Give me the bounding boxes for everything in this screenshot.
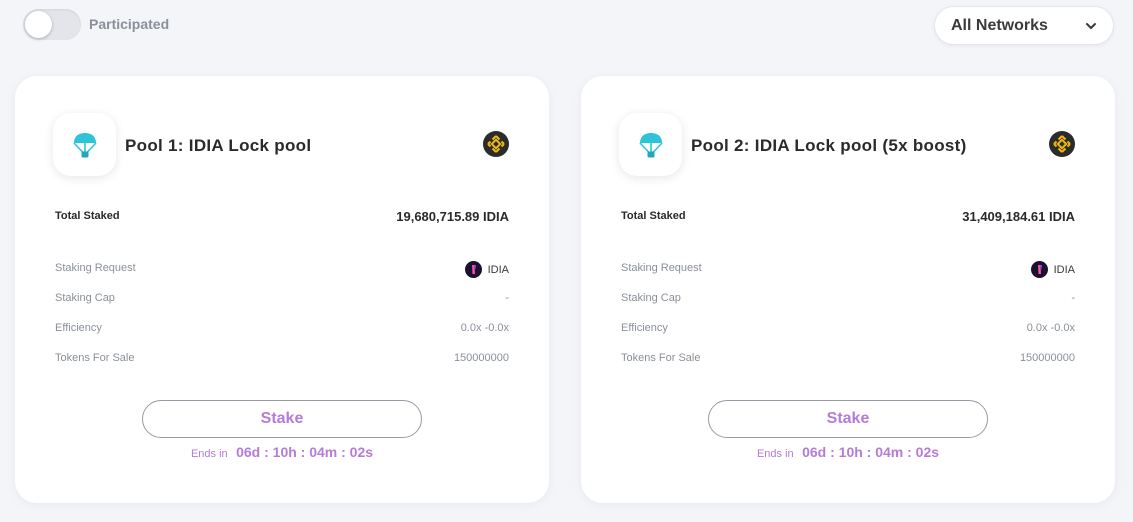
countdown-value: 06d : 10h : 04m : 02s [236,444,374,460]
pool-title: Pool 2: IDIA Lock pool (5x boost) [691,136,967,155]
pool-logo [53,113,116,176]
tokens-for-sale-value: 150000000 [453,352,509,364]
filter-bar: Participated All Networks [0,0,1133,60]
participated-toggle[interactable] [23,9,81,40]
tokens-for-sale-label: Tokens For Sale [621,352,701,364]
efficiency-label: Efficiency [621,322,668,334]
total-staked-label: Total Staked [621,210,686,222]
participated-label: Participated [89,16,170,32]
countdown: Ends in 06d : 10h : 04m : 02s [581,444,1115,462]
parachute-icon [72,132,97,157]
efficiency-label: Efficiency [55,322,102,334]
network-select-value: All Networks [951,17,1048,34]
pool-card: Pool 2: IDIA Lock pool (5x boost) Total … [581,76,1115,503]
staking-request-value: IDIA [464,261,509,278]
staking-request-token: IDIA [1053,263,1075,276]
bnb-chain-icon [483,131,509,157]
efficiency-value: 0.0x -0.0x [460,322,509,334]
total-staked-value: 31,409,184.61 IDIA [962,209,1075,224]
staking-request-label: Staking Request [621,262,702,274]
staking-cap-value: - [505,292,509,304]
network-select[interactable]: All Networks [934,6,1114,45]
total-staked-value: 19,680,715.89 IDIA [396,209,509,224]
pool-title: Pool 1: IDIA Lock pool [125,136,312,155]
stake-button[interactable]: Stake [708,400,988,438]
parachute-icon [638,132,663,157]
toggle-knob [25,11,52,38]
tokens-for-sale-value: 150000000 [1019,352,1075,364]
pool-logo [619,113,682,176]
staking-cap-label: Staking Cap [621,292,681,304]
bnb-chain-icon [1049,131,1075,157]
staking-request-token: IDIA [487,263,509,276]
staking-cap-label: Staking Cap [55,292,115,304]
countdown-value: 06d : 10h : 04m : 02s [802,444,940,460]
stake-button[interactable]: Stake [142,400,422,438]
staking-request-label: Staking Request [55,262,136,274]
total-staked-label: Total Staked [55,210,120,222]
efficiency-value: 0.0x -0.0x [1026,322,1075,334]
tokens-for-sale-label: Tokens For Sale [55,352,135,364]
staking-cap-value: - [1071,292,1075,304]
ends-in-label: Ends in [756,448,794,460]
ends-in-label: Ends in [190,448,228,460]
staking-request-value: IDIA [1030,261,1075,278]
pool-card: Pool 1: IDIA Lock pool Total Staked 19,6… [15,76,549,503]
chevron-down-icon [1086,23,1096,29]
idia-token-icon [464,261,482,278]
countdown: Ends in 06d : 10h : 04m : 02s [15,444,549,462]
idia-token-icon [1030,261,1048,278]
